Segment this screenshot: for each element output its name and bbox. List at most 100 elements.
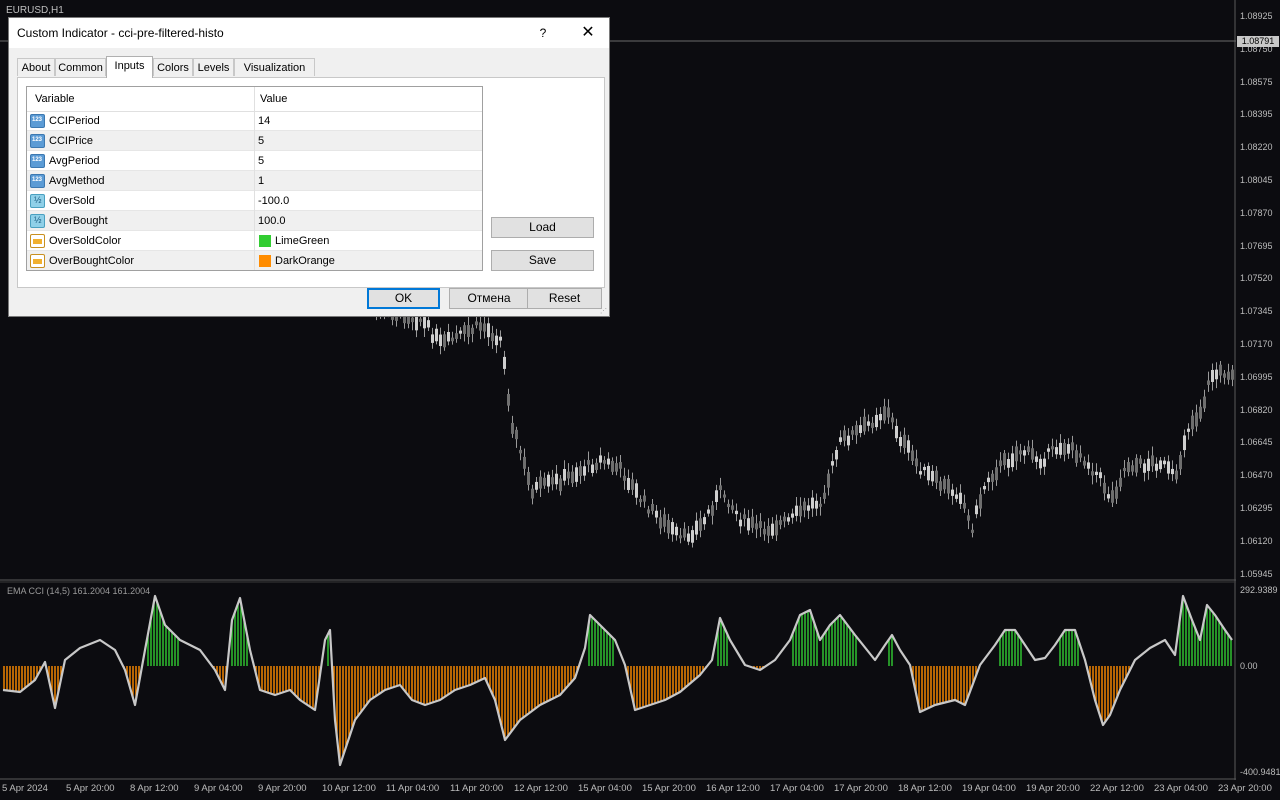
candle-body <box>755 523 758 530</box>
candle-body <box>555 473 558 485</box>
variable-value[interactable]: 14 <box>258 115 270 127</box>
candle-body <box>919 471 922 475</box>
candle-body <box>603 460 606 464</box>
candle-body <box>1111 490 1114 503</box>
candle-body <box>1207 380 1210 385</box>
time-tick-label: 11 Apr 04:00 <box>386 783 440 794</box>
variable-value[interactable]: 5 <box>258 135 264 147</box>
candle-body <box>887 407 890 418</box>
tab-colors[interactable]: Colors <box>153 58 193 76</box>
candle-body <box>819 503 822 507</box>
variable-value[interactable]: 100.0 <box>258 215 286 227</box>
candle-body <box>495 335 498 346</box>
resize-grip-icon[interactable]: ⋰ <box>600 307 608 315</box>
candle-body <box>775 520 778 536</box>
candle-body <box>831 461 834 466</box>
candle-body <box>907 440 910 453</box>
candle-body <box>1031 448 1034 460</box>
candle-body <box>683 528 686 538</box>
candle-body <box>1231 369 1234 380</box>
candle-body <box>1223 373 1226 378</box>
column-variable: Variable <box>35 93 75 105</box>
custom-indicator-dialog[interactable]: Custom Indicator - cci-pre-filtered-hist… <box>8 17 610 317</box>
candle-body <box>615 463 618 472</box>
time-tick-label: 8 Apr 12:00 <box>130 783 179 794</box>
load-button[interactable]: Load <box>491 217 594 238</box>
cancel-button[interactable]: Отмена <box>449 288 529 309</box>
variable-value[interactable]: DarkOrange <box>275 255 335 267</box>
candle-body <box>595 462 598 470</box>
help-button[interactable]: ? <box>531 23 555 43</box>
save-button[interactable]: Save <box>491 250 594 271</box>
candle-body <box>871 422 874 428</box>
candle-body <box>731 505 734 510</box>
price-tick-label: 1.06295 <box>1240 503 1273 513</box>
candle-body <box>1179 455 1182 470</box>
price-tick-label: 1.08220 <box>1240 142 1273 153</box>
price-tick-label: 1.05945 <box>1240 568 1273 579</box>
tab-visualization[interactable]: Visualization <box>234 58 315 76</box>
integer-type-icon <box>30 134 45 148</box>
dialog-title: Custom Indicator - cci-pre-filtered-hist… <box>17 26 224 40</box>
candle-body <box>1039 458 1042 469</box>
candle-body <box>723 494 726 498</box>
indicator-tick-label: 292.9389 <box>1240 585 1278 595</box>
time-tick-label: 15 Apr 04:00 <box>578 783 632 794</box>
candle-body <box>623 475 626 481</box>
close-icon[interactable]: ✕ <box>576 22 600 44</box>
variable-value[interactable]: LimeGreen <box>275 235 329 247</box>
ok-button[interactable]: OK <box>367 288 440 309</box>
tab-inputs[interactable]: Inputs <box>106 56 153 78</box>
candle-body <box>903 434 906 448</box>
column-divider[interactable] <box>254 87 255 270</box>
candle-body <box>411 317 414 323</box>
color-swatch[interactable] <box>259 235 271 247</box>
candle-body <box>771 523 774 536</box>
time-tick-label: 23 Apr 20:00 <box>1218 783 1272 794</box>
candle-body <box>439 334 442 347</box>
color-type-icon <box>30 254 45 268</box>
candle-body <box>695 520 698 535</box>
tab-common[interactable]: Common <box>55 58 106 76</box>
candle-body <box>915 458 918 467</box>
candle-body <box>631 479 634 490</box>
time-tick-label: 17 Apr 04:00 <box>770 783 824 794</box>
candle-body <box>1123 467 1126 472</box>
candle-body <box>1063 442 1066 455</box>
candle-body <box>963 502 966 509</box>
candle-body <box>803 501 806 511</box>
candle-body <box>1043 458 1046 467</box>
inputs-table[interactable]: Variable Value CCIPeriod 14 CCIPrice 5 AvgPe… <box>26 86 483 271</box>
variable-value[interactable]: -100.0 <box>258 195 289 207</box>
variable-name: AvgMethod <box>49 175 105 187</box>
time-tick-label: 19 Apr 20:00 <box>1026 783 1080 794</box>
candle-body <box>839 437 842 442</box>
candle-body <box>1091 471 1094 476</box>
candle-body <box>727 503 730 508</box>
tab-levels[interactable]: Levels <box>193 58 234 76</box>
dialog-titlebar[interactable]: Custom Indicator - cci-pre-filtered-hist… <box>9 18 609 48</box>
candle-body <box>891 417 894 423</box>
candle-body <box>787 517 790 522</box>
candle-body <box>791 513 794 518</box>
color-swatch[interactable] <box>259 255 271 267</box>
candle-body <box>627 477 630 490</box>
tab-about[interactable]: About <box>17 58 55 76</box>
candle-body <box>1227 371 1230 380</box>
reset-button[interactable]: Reset <box>527 288 602 309</box>
price-tick-label: 1.08925 <box>1240 11 1273 21</box>
variable-value[interactable]: 5 <box>258 155 264 167</box>
candle-body <box>419 318 422 322</box>
candle-body <box>487 323 490 338</box>
candle-body <box>515 429 518 440</box>
price-tick-label: 1.06120 <box>1240 535 1273 546</box>
candle-body <box>1003 453 1006 466</box>
candle-body <box>1135 457 1138 473</box>
candle-body <box>499 336 502 341</box>
candle-body <box>835 450 838 460</box>
candle-body <box>955 494 958 499</box>
candle-body <box>951 489 954 496</box>
variable-value[interactable]: 1 <box>258 175 264 187</box>
variable-name: CCIPeriod <box>49 115 100 127</box>
candle-body <box>799 505 802 517</box>
